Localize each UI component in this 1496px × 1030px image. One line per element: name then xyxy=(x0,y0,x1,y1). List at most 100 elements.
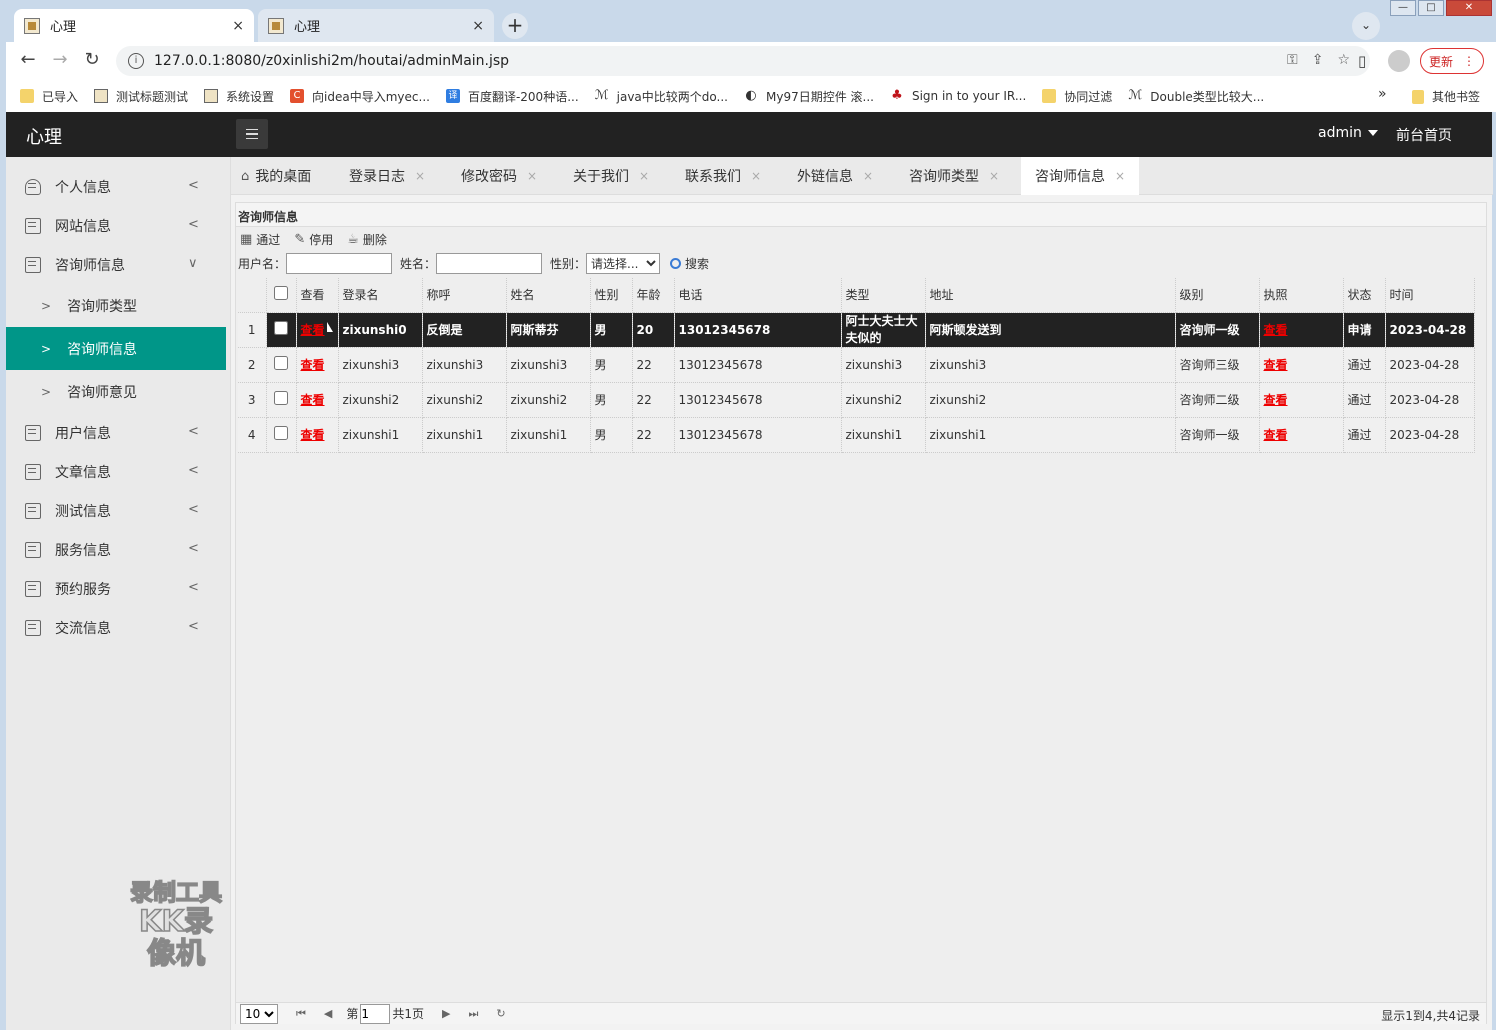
bookmark-item[interactable]: 协同过滤 xyxy=(1042,88,1112,105)
last-page-icon[interactable]: ⏭ xyxy=(469,1007,479,1021)
forward-arrow-icon[interactable]: → xyxy=(48,50,72,72)
sidebar-item-messages[interactable]: 交流信息 < xyxy=(6,608,226,647)
close-icon[interactable]: × xyxy=(1115,169,1125,183)
browser-tab-active[interactable]: 心理 × xyxy=(14,9,254,42)
close-icon[interactable]: × xyxy=(863,169,873,183)
sidebar-item-articles[interactable]: 文章信息 < xyxy=(6,452,226,491)
approve-button[interactable]: ▦ 通过 xyxy=(240,231,280,248)
table-row[interactable]: 4 查看 zixunshi1 zixunshi1 zixunshi1 男 22 … xyxy=(238,417,1475,453)
table-row[interactable]: 1 查看 zixunshi0 反倒是 阿斯蒂芬 男 20 13012345678… xyxy=(238,312,1475,348)
sidebar-item-tests[interactable]: 测试信息 < xyxy=(6,491,226,530)
sidebar-subitem-counselor-feedback[interactable]: > 咨询师意见 xyxy=(6,370,226,413)
close-icon[interactable]: × xyxy=(232,18,244,34)
search-button[interactable]: 搜索 xyxy=(670,255,709,272)
col-phone[interactable]: 电话 xyxy=(674,278,842,313)
license-link[interactable]: 查看 xyxy=(1264,393,1288,407)
tab-contact-us[interactable]: 联系我们 × xyxy=(685,157,761,195)
view-link[interactable]: 查看 xyxy=(301,428,325,442)
row-checkbox[interactable] xyxy=(274,426,288,440)
bookmark-item[interactable]: ℳjava中比较两个do... xyxy=(595,88,728,105)
col-age[interactable]: 年龄 xyxy=(632,278,675,313)
sidebar-subitem-counselor-type[interactable]: > 咨询师类型 xyxy=(6,284,226,327)
license-link[interactable]: 查看 xyxy=(1264,358,1288,372)
row-checkbox[interactable] xyxy=(274,356,288,370)
col-license[interactable]: 执照 xyxy=(1259,278,1344,313)
sidebar-item-users[interactable]: 用户信息 < xyxy=(6,413,226,452)
bookmark-item[interactable]: 译百度翻译-200种语... xyxy=(445,88,579,105)
key-icon[interactable]: ⚿ xyxy=(1287,52,1298,68)
close-icon[interactable]: × xyxy=(751,169,761,183)
front-page-link[interactable]: 前台首页 xyxy=(1396,125,1452,145)
page-size-select[interactable]: 10 xyxy=(240,1003,278,1024)
tab-about-us[interactable]: 关于我们 × xyxy=(573,157,649,195)
sidebar-item-services[interactable]: 服务信息 < xyxy=(6,530,226,569)
row-checkbox-cell[interactable] xyxy=(266,382,297,418)
view-link[interactable]: 查看 xyxy=(301,393,325,407)
reload-icon[interactable]: ↻ xyxy=(80,50,104,72)
bookmark-item[interactable]: ℳ Double类型比较大... xyxy=(1128,88,1264,105)
tab-search-chevron-icon[interactable]: ⌄ xyxy=(1352,12,1380,40)
sidepanel-icon[interactable]: ▯ xyxy=(1358,52,1366,70)
tab-change-password[interactable]: 修改密码 × xyxy=(461,157,537,195)
view-link[interactable]: 查看 xyxy=(301,358,325,372)
user-menu[interactable]: admin xyxy=(1318,125,1378,141)
minimize-icon[interactable]: — xyxy=(1390,0,1416,16)
row-checkbox-cell[interactable] xyxy=(266,312,297,348)
license-link[interactable]: 查看 xyxy=(1264,428,1288,442)
sidebar-item-site[interactable]: 网站信息 < xyxy=(6,206,226,245)
row-checkbox[interactable] xyxy=(274,391,288,405)
info-icon[interactable]: i xyxy=(128,53,144,69)
bookmark-item[interactable]: C 向idea中导入myec... xyxy=(290,88,430,105)
row-checkbox-cell[interactable] xyxy=(266,417,297,453)
gender-select[interactable]: 请选择... xyxy=(586,253,661,274)
back-arrow-icon[interactable]: ← xyxy=(16,50,40,72)
view-link[interactable]: 查看 xyxy=(301,323,325,337)
bookmark-item[interactable]: ◐ My97日期控件 滚... xyxy=(744,88,874,105)
col-status[interactable]: 状态 xyxy=(1343,278,1386,313)
row-checkbox-cell[interactable] xyxy=(266,347,297,383)
col-name[interactable]: 姓名 xyxy=(506,278,591,313)
next-page-icon[interactable]: ▶ xyxy=(442,1007,450,1020)
address-bar[interactable]: i 127.0.0.1:8080/z0xinlishi2m/houtai/adm… xyxy=(116,46,1370,76)
page-number-input[interactable] xyxy=(360,1003,391,1024)
close-icon[interactable]: × xyxy=(472,18,484,34)
delete-button[interactable]: ☕ 删除 xyxy=(347,231,387,248)
share-icon[interactable]: ⇪ xyxy=(1312,52,1324,68)
browser-tab[interactable]: 心理 × xyxy=(258,9,494,42)
col-gender[interactable]: 性别 xyxy=(590,278,633,313)
select-all-checkbox[interactable] xyxy=(274,286,288,301)
col-login[interactable]: 登录名 xyxy=(338,278,423,313)
menu-toggle-button[interactable] xyxy=(236,119,268,149)
table-row[interactable]: 2 查看 zixunshi3 zixunshi3 zixunshi3 男 22 … xyxy=(238,347,1475,383)
close-icon[interactable]: × xyxy=(989,169,999,183)
col-address[interactable]: 地址 xyxy=(925,278,1176,313)
bookmark-item[interactable]: ♣ Sign in to your IR... xyxy=(890,89,1026,104)
other-bookmarks[interactable]: 其他书签 xyxy=(1412,88,1480,105)
bookmark-item[interactable]: 系统设置 xyxy=(204,88,274,105)
maximize-icon[interactable]: □ xyxy=(1418,0,1444,16)
select-all-checkbox-cell[interactable] xyxy=(266,278,297,313)
close-icon[interactable]: × xyxy=(639,169,649,183)
col-nickname[interactable]: 称呼 xyxy=(422,278,507,313)
bookmark-item[interactable]: 测试标题测试 xyxy=(94,88,188,105)
table-row[interactable]: 3 查看 zixunshi2 zixunshi2 zixunshi2 男 22 … xyxy=(238,382,1475,418)
close-icon[interactable]: × xyxy=(415,169,425,183)
first-page-icon[interactable]: ⏮ xyxy=(296,1007,306,1021)
tab-external-links[interactable]: 外链信息 × xyxy=(797,157,873,195)
sidebar-item-personal[interactable]: 个人信息 < xyxy=(6,167,226,206)
tab-counselor-info[interactable]: 咨询师信息 × xyxy=(1021,157,1140,195)
sidebar-item-counselor[interactable]: 咨询师信息 ∨ xyxy=(6,245,226,284)
row-checkbox[interactable] xyxy=(274,321,288,335)
col-type[interactable]: 类型 xyxy=(841,278,926,313)
prev-page-icon[interactable]: ◀ xyxy=(324,1007,332,1020)
disable-button[interactable]: ✎ 停用 xyxy=(294,231,333,248)
close-icon[interactable]: × xyxy=(527,169,537,183)
window-close-icon[interactable]: ✕ xyxy=(1446,0,1492,16)
bookmark-item[interactable]: 已导入 xyxy=(20,88,78,105)
new-tab-button[interactable]: + xyxy=(502,13,528,39)
refresh-icon[interactable]: ↻ xyxy=(496,1007,505,1020)
bookmarks-more-icon[interactable]: » xyxy=(1378,86,1387,102)
name-input[interactable] xyxy=(436,253,543,274)
col-time[interactable]: 时间 xyxy=(1385,278,1475,313)
col-view[interactable]: 查看 xyxy=(296,278,339,313)
